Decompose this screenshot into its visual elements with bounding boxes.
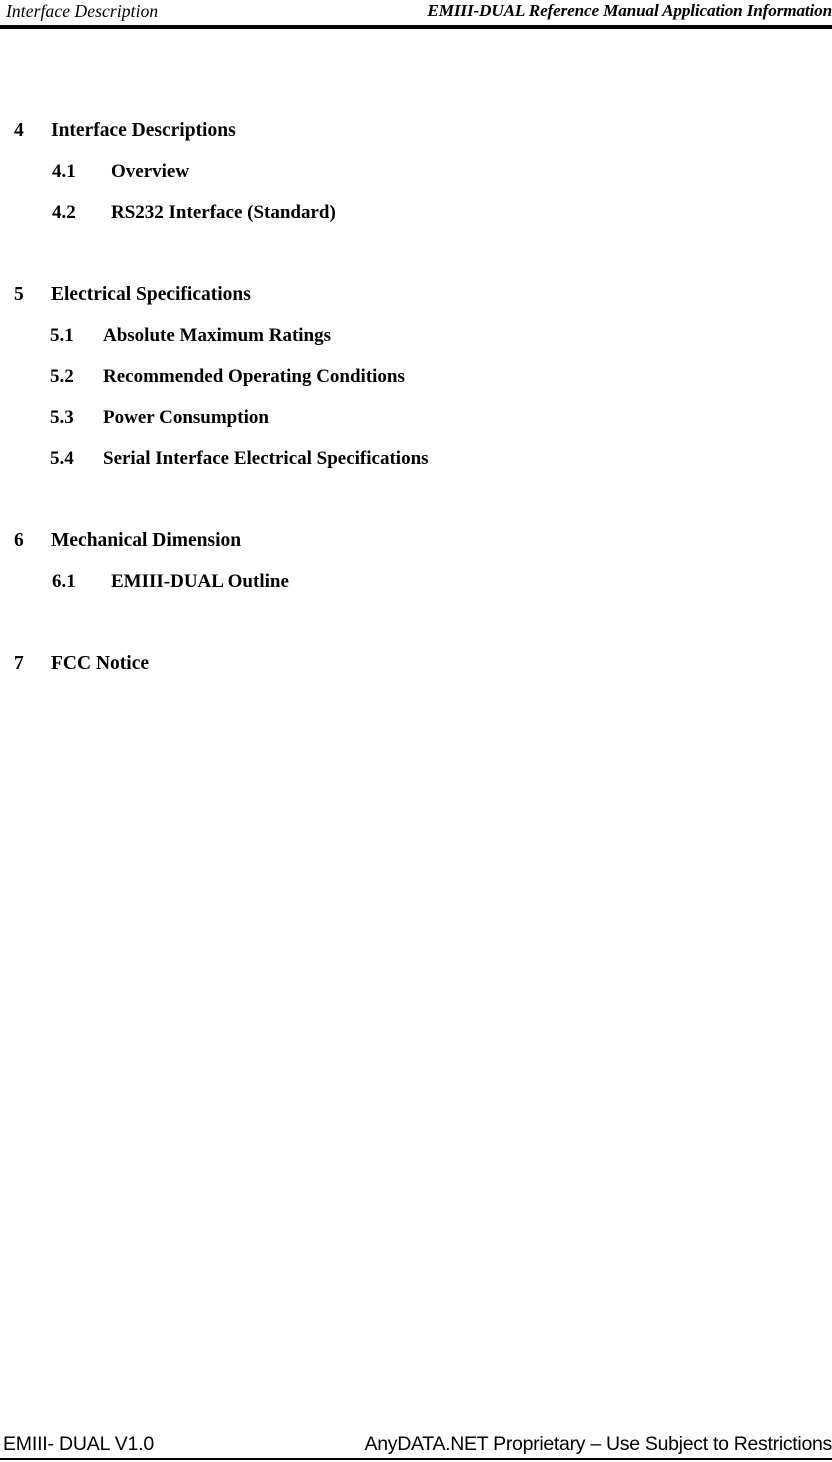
toc-section-entry[interactable]: 4.1 Overview: [0, 151, 832, 192]
footer-proprietary-notice: AnyDATA.NET Proprietary – Use Subject to…: [364, 1433, 832, 1455]
toc-chapter-title: Interface Descriptions: [51, 120, 236, 141]
header-divider-rule: [0, 25, 832, 29]
toc-section-title: Power Consumption: [103, 407, 269, 428]
toc-chapter-entry[interactable]: 5 Electrical Specifications: [0, 274, 832, 315]
toc-section-title: Recommended Operating Conditions: [103, 366, 405, 387]
toc-section-entry[interactable]: 4.2 RS232 Interface (Standard): [0, 192, 832, 233]
toc-group-5: 5 Electrical Specifications 5.1 Absolute…: [0, 274, 832, 479]
toc-section-number: 6.1: [52, 571, 76, 592]
toc-group-7: 7 FCC Notice: [0, 643, 832, 684]
toc-chapter-title: Electrical Specifications: [51, 284, 251, 305]
toc-chapter-number: 6: [14, 530, 24, 551]
toc-section-entry[interactable]: 5.2 Recommended Operating Conditions: [0, 356, 832, 397]
toc-chapter-entry[interactable]: 4 Interface Descriptions: [0, 110, 832, 151]
header-right-title: EMIII-DUAL Reference Manual Application …: [427, 1, 832, 20]
toc-chapter-entry[interactable]: 7 FCC Notice: [0, 643, 832, 684]
footer-document-version: EMIII- DUAL V1.0: [3, 1433, 155, 1455]
toc-section-title: Absolute Maximum Ratings: [103, 325, 332, 346]
toc-chapter-title: FCC Notice: [51, 653, 150, 674]
toc-section-entry[interactable]: 6.1 EMIII-DUAL Outline: [0, 561, 832, 602]
table-of-contents: 4 Interface Descriptions 4.1 Overview 4.…: [0, 110, 832, 684]
toc-chapter-spacer: [0, 602, 832, 643]
toc-section-title: Serial Interface Electrical Specificatio…: [103, 448, 429, 469]
toc-chapter-title: Mechanical Dimension: [51, 530, 242, 551]
toc-section-number: 5.3: [50, 407, 74, 428]
toc-section-entry[interactable]: 5.3 Power Consumption: [0, 397, 832, 438]
page-header: Interface Description EMIII-DUAL Referen…: [0, 0, 832, 30]
toc-chapter-number: 5: [14, 284, 24, 305]
toc-chapter-spacer: [0, 233, 832, 274]
toc-chapter-entry[interactable]: 6 Mechanical Dimension: [0, 520, 832, 561]
toc-section-title: EMIII-DUAL Outline: [111, 571, 289, 592]
toc-section-title: RS232 Interface (Standard): [111, 202, 336, 223]
page-footer: EMIII- DUAL V1.0 AnyDATA.NET Proprietary…: [0, 1424, 832, 1462]
toc-chapter-number: 7: [14, 653, 24, 674]
toc-section-number: 4.1: [52, 161, 76, 182]
toc-section-number: 5.2: [50, 366, 74, 387]
toc-section-number: 5.1: [50, 325, 74, 346]
toc-chapter-number: 4: [14, 120, 24, 141]
toc-section-number: 5.4: [50, 448, 74, 469]
toc-section-number: 4.2: [52, 202, 76, 223]
toc-section-entry[interactable]: 5.4 Serial Interface Electrical Specific…: [0, 438, 832, 479]
toc-section-title: Overview: [111, 161, 190, 182]
toc-chapter-spacer: [0, 479, 832, 520]
toc-group-6: 6 Mechanical Dimension 6.1 EMIII-DUAL Ou…: [0, 520, 832, 602]
toc-group-4: 4 Interface Descriptions 4.1 Overview 4.…: [0, 110, 832, 233]
toc-section-entry[interactable]: 5.1 Absolute Maximum Ratings: [0, 315, 832, 356]
header-left-title: Interface Description: [6, 1, 159, 21]
footer-divider-rule: [0, 1458, 832, 1460]
